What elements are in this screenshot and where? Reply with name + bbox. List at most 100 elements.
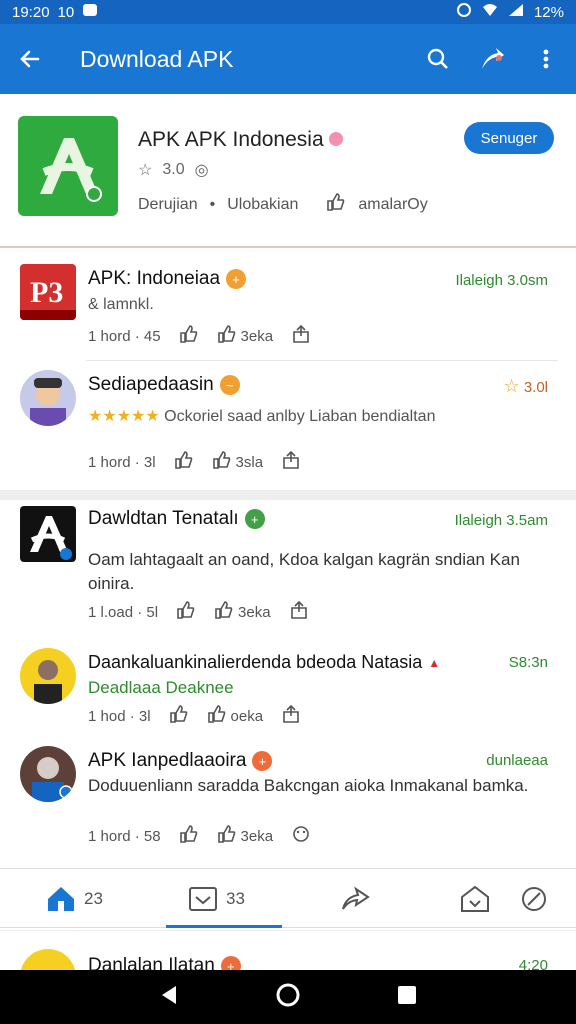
active-tab-indicator bbox=[166, 925, 282, 928]
tab-store[interactable] bbox=[460, 885, 490, 913]
tab-share[interactable] bbox=[340, 885, 370, 913]
post-rating-text: Ockoriel saad anlby Liaban bendialtan bbox=[164, 408, 436, 425]
signal-icon bbox=[508, 3, 524, 21]
verified-icon bbox=[329, 132, 344, 146]
post-stats: 1 l.oad · 5l 3eka bbox=[88, 600, 309, 624]
post-author: Dawldtan Tenatalı bbox=[88, 508, 239, 529]
list-item[interactable]: P3 APK: Indoneiaa + Ilaleigh 3.0sm & lam… bbox=[0, 252, 576, 362]
svg-text:P3: P3 bbox=[30, 276, 63, 309]
bottom-tab-bar: 23 33 bbox=[0, 868, 576, 928]
post-stats: 1 hord · 45 3eka bbox=[88, 324, 311, 348]
app-bar: Download APK bbox=[0, 24, 576, 94]
search-icon[interactable] bbox=[424, 45, 452, 73]
back-arrow-icon[interactable] bbox=[16, 45, 44, 73]
tab-inbox[interactable]: 33 bbox=[188, 885, 245, 913]
app-meta: Derujian • Ulobakian amalarOy bbox=[138, 192, 428, 217]
info-icon: ◎ bbox=[194, 162, 209, 179]
share-icon[interactable] bbox=[478, 45, 506, 73]
follow-button[interactable]: Senuger bbox=[464, 122, 554, 154]
award-icon: + bbox=[226, 269, 247, 289]
recents-icon[interactable] bbox=[396, 984, 418, 1011]
system-nav-bar bbox=[0, 970, 576, 1024]
thumb-up-icon[interactable] bbox=[179, 324, 199, 348]
page-title: Download APK bbox=[80, 45, 234, 72]
thumb-up-icon[interactable] bbox=[176, 600, 196, 624]
post-stat-b: 3eka bbox=[240, 327, 274, 345]
share-icon[interactable] bbox=[289, 600, 309, 624]
tab-inbox-count: 33 bbox=[226, 889, 245, 908]
tab-home[interactable]: 23 bbox=[46, 885, 103, 913]
avatar bbox=[20, 949, 76, 970]
add-icon: + bbox=[244, 509, 265, 529]
post-time: 3.0l bbox=[523, 379, 548, 396]
explore-icon[interactable] bbox=[520, 885, 548, 913]
divider bbox=[86, 360, 558, 361]
thumb-up-icon[interactable] bbox=[179, 824, 199, 848]
post-stat-b: 3eka bbox=[240, 827, 274, 845]
award-icon: + bbox=[252, 751, 273, 771]
thumb-up-icon[interactable] bbox=[217, 324, 237, 348]
thumb-up-icon[interactable] bbox=[174, 450, 194, 474]
list-item[interactable]: Daankaluankinalierdenda bdeoda Natasia ▲… bbox=[0, 642, 576, 738]
post-author: APK: Indoneiaa bbox=[88, 268, 221, 289]
list-item[interactable]: Dawldtan Tenatalı + Ilaleigh 3.5am Oam l… bbox=[0, 500, 576, 642]
thumb-up-icon[interactable] bbox=[214, 600, 234, 624]
avatar bbox=[20, 746, 76, 802]
post-stat-a: 1 hord · 3l bbox=[88, 453, 156, 471]
star-rating-icon: ★★★★★ bbox=[88, 408, 160, 425]
share-icon[interactable] bbox=[291, 324, 311, 348]
app-header-card: APK APK Indonesia ☆ 3.0 ◎ Derujian • Ulo… bbox=[0, 94, 576, 248]
post-stats: 1 hord · 58 3eka bbox=[88, 824, 311, 848]
post-stat-b: 3sla bbox=[235, 453, 264, 471]
post-stat-a: 1 hord · 45 bbox=[88, 327, 161, 345]
more-options-icon[interactable] bbox=[532, 45, 560, 73]
alarm-icon bbox=[456, 3, 472, 21]
app-name: APK APK Indonesia bbox=[138, 128, 344, 152]
post-author: Danlalan Ilatan bbox=[88, 955, 215, 970]
post-author: Sediapedaasin bbox=[88, 374, 214, 395]
post-time: S8:3n bbox=[508, 654, 548, 671]
star-icon: ☆ bbox=[503, 376, 520, 396]
wifi-icon bbox=[482, 3, 498, 21]
tab-home-count: 23 bbox=[84, 889, 103, 908]
status-extra: 10 bbox=[57, 3, 75, 21]
feed: P3 APK: Indoneiaa + Ilaleigh 3.0sm & lam… bbox=[0, 252, 576, 858]
thumb-up-icon[interactable] bbox=[212, 450, 232, 474]
post-stat-a: 1 l.oad · 5l bbox=[88, 603, 159, 621]
list-item[interactable]: APK Ianpedlaaoira + dunlaeaa Doduuenlian… bbox=[0, 738, 576, 858]
list-item[interactable]: Danlalan Ilatan + 4:20 bbox=[0, 930, 576, 970]
post-author: Daankaluankinalierdenda bdeoda Natasia bbox=[88, 652, 423, 672]
status-time: 19:20 bbox=[12, 3, 50, 21]
post-stat-a: 1 hord · 58 bbox=[88, 827, 161, 845]
avatar bbox=[20, 370, 76, 426]
thumb-up-icon[interactable] bbox=[207, 704, 227, 728]
share-icon[interactable] bbox=[281, 450, 301, 474]
award-icon: + bbox=[220, 956, 241, 970]
notification-icon bbox=[82, 3, 98, 21]
post-stats: 1 hod · 3l oeka bbox=[88, 704, 301, 728]
status-bar: 19:20 10 12% bbox=[0, 0, 576, 24]
emoji-icon[interactable] bbox=[291, 824, 311, 848]
post-time: dunlaeaa bbox=[486, 752, 548, 769]
list-item[interactable]: Sediapedaasin ~ ☆ 3.0l ★★★★★ Ockoriel sa… bbox=[0, 362, 576, 490]
post-time: Ilaleigh 3.5am bbox=[454, 512, 548, 529]
home-icon[interactable] bbox=[275, 982, 301, 1013]
thumb-up-icon[interactable] bbox=[217, 824, 237, 848]
battery-level: 12% bbox=[533, 3, 564, 21]
post-stat-b: oeka bbox=[230, 707, 264, 725]
share-icon[interactable] bbox=[281, 704, 301, 728]
post-time: Ilaleigh 3.0sm bbox=[455, 272, 548, 289]
section-divider bbox=[0, 490, 576, 500]
post-body: Oam lahtagaalt an oand, Kdoa kalgan kagr… bbox=[88, 550, 520, 593]
post-stat-b: 3eka bbox=[238, 603, 271, 621]
thumb-up-icon[interactable] bbox=[169, 704, 189, 728]
post-body: Doduuenliann saradda Bakcngan aioka Inma… bbox=[88, 776, 529, 795]
app-logo bbox=[18, 116, 118, 216]
award-icon: ~ bbox=[219, 375, 240, 395]
avatar: P3 bbox=[20, 264, 76, 320]
post-stat-a: 1 hod · 3l bbox=[88, 707, 151, 725]
thumb-up-icon[interactable] bbox=[326, 192, 346, 217]
flag-icon: ▲ bbox=[428, 655, 441, 670]
back-icon[interactable] bbox=[158, 984, 180, 1011]
post-subtitle: & lamnkl. bbox=[88, 296, 154, 313]
